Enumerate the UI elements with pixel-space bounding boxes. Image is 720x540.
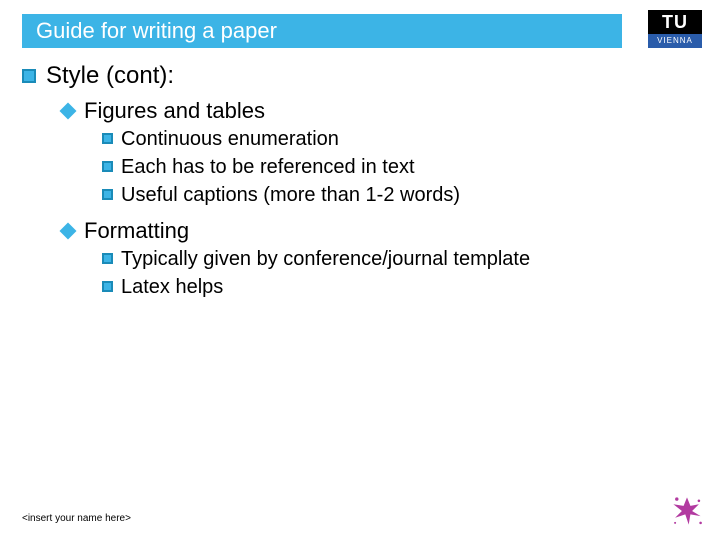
title-bar: Guide for writing a paper: [22, 14, 622, 48]
logo-bottom-text: VIENNA: [648, 34, 702, 48]
splash-icon: [670, 494, 704, 528]
footer-text: <insert your name here>: [22, 513, 131, 524]
subheading-text: Figures and tables: [84, 98, 265, 124]
subheading-text: Formatting: [84, 218, 189, 244]
list-item: Typically given by conference/journal te…: [102, 247, 682, 272]
list-item: Latex helps: [102, 275, 682, 300]
list-item-text: Continuous enumeration: [121, 127, 339, 152]
square-bullet-icon: [102, 281, 113, 292]
square-bullet-icon: [102, 161, 113, 172]
list-item: Each has to be referenced in text: [102, 155, 682, 180]
square-bullet-icon: [102, 133, 113, 144]
heading-text: Style (cont):: [46, 62, 174, 90]
subheading-row: Formatting: [60, 218, 682, 244]
square-bullet-icon: [102, 189, 113, 200]
diamond-bullet-icon: [60, 223, 77, 240]
square-bullet-icon: [22, 69, 36, 83]
content-area: Style (cont): Figures and tables Continu…: [22, 62, 682, 300]
list-item-text: Typically given by conference/journal te…: [121, 247, 530, 272]
square-bullet-icon: [102, 253, 113, 264]
list-item: Useful captions (more than 1-2 words): [102, 183, 682, 208]
subheading-row: Figures and tables: [60, 98, 682, 124]
list-item-text: Latex helps: [121, 275, 223, 300]
list-item-text: Useful captions (more than 1-2 words): [121, 183, 460, 208]
list-item-text: Each has to be referenced in text: [121, 155, 415, 180]
tu-vienna-logo: TU VIENNA: [648, 10, 702, 52]
slide-title: Guide for writing a paper: [36, 18, 277, 44]
logo-top-text: TU: [648, 10, 702, 34]
heading-row: Style (cont):: [22, 62, 682, 90]
list-item: Continuous enumeration: [102, 127, 682, 152]
diamond-bullet-icon: [60, 103, 77, 120]
